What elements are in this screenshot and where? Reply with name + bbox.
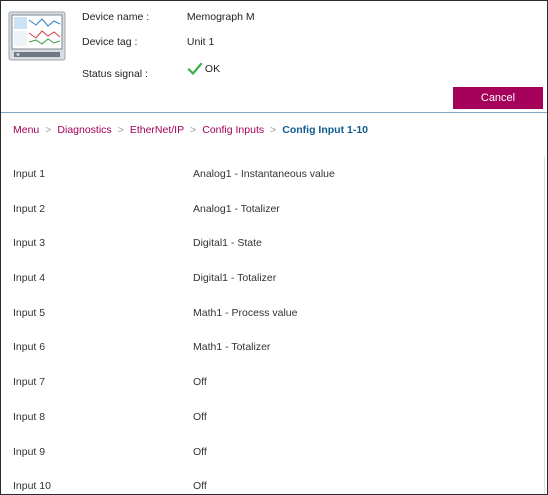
table-row-input-8[interactable]: Input 8 Off (1, 398, 547, 434)
input-value[interactable]: Analog1 - Instantaneous value (193, 168, 335, 180)
input-label: Input 6 (13, 341, 46, 354)
device-page: Device name : Memograph M Device tag : U… (0, 0, 548, 495)
breadcrumb: Menu > Diagnostics > EtherNet/IP > Config Inpu… (13, 123, 368, 137)
input-label: Input 7 (13, 376, 46, 389)
device-tag-value: Unit 1 (186, 36, 215, 48)
input-label: Input 10 (13, 480, 51, 493)
input-value[interactable]: Digital1 - Totalizer (193, 272, 276, 284)
input-value[interactable]: Off (193, 411, 207, 423)
device-name-row: Device name : Memograph M (82, 10, 255, 24)
device-image (8, 11, 66, 61)
input-label: Input 2 (13, 202, 46, 215)
input-value[interactable]: Off (193, 376, 207, 388)
table-row-input-3[interactable]: Input 3 Digital1 - State (1, 225, 547, 261)
breadcrumb-separator: > (45, 124, 52, 136)
input-label: Input 3 (13, 237, 46, 250)
input-label: Input 9 (13, 445, 46, 458)
check-icon (187, 62, 203, 76)
status-signal-label: Status signal : (82, 68, 148, 80)
input-value[interactable]: Off (193, 480, 207, 492)
toolbar: Cancel (1, 85, 547, 113)
breadcrumb-separator: > (190, 124, 197, 136)
breadcrumb-diagnostics[interactable]: Diagnostics (57, 124, 111, 136)
table-row-input-6[interactable]: Input 6 Math1 - Totalizer (1, 329, 547, 365)
input-value[interactable]: Off (193, 446, 207, 458)
cancel-button[interactable]: Cancel (453, 87, 543, 109)
input-label: Input 4 (13, 272, 46, 285)
table-row-input-2[interactable]: Input 2 Analog1 - Totalizer (1, 190, 547, 226)
breadcrumb-current: Config Input 1-10 (282, 124, 369, 136)
input-label: Input 5 (13, 306, 46, 319)
device-name-label: Device name : (82, 11, 150, 23)
breadcrumb-separator: > (270, 124, 277, 136)
status-indicator: OK (187, 61, 220, 77)
input-value[interactable]: Math1 - Totalizer (193, 341, 270, 353)
table-row-input-10[interactable]: Input 10 Off (1, 468, 547, 494)
table-border (544, 156, 545, 494)
table-row-input-9[interactable]: Input 9 Off (1, 433, 547, 469)
inputs-table: Input 1 Analog1 - Instantaneous value In… (1, 156, 547, 494)
input-value[interactable]: Math1 - Process value (193, 307, 297, 319)
device-tag-label: Device tag : (82, 36, 138, 48)
device-tag-row: Device tag : Unit 1 (82, 35, 214, 49)
input-label: Input 8 (13, 410, 46, 423)
input-label: Input 1 (13, 168, 46, 180)
breadcrumb-separator: > (117, 124, 124, 136)
table-row-input-1[interactable]: Input 1 Analog1 - Instantaneous value (1, 156, 547, 191)
status-value: OK (204, 63, 221, 75)
input-value[interactable]: Digital1 - State (193, 237, 262, 249)
table-row-input-5[interactable]: Input 5 Math1 - Process value (1, 294, 547, 330)
breadcrumb-config-inputs[interactable]: Config Inputs (202, 124, 264, 136)
table-row-input-4[interactable]: Input 4 Digital1 - Totalizer (1, 260, 547, 295)
device-header: Device name : Memograph M Device tag : U… (1, 1, 547, 85)
input-value[interactable]: Analog1 - Totalizer (193, 203, 280, 215)
status-signal-row: Status signal : OK (82, 61, 220, 80)
table-row-input-7[interactable]: Input 7 Off (1, 364, 547, 399)
breadcrumb-ethernet-ip[interactable]: EtherNet/IP (130, 124, 184, 136)
device-name-value: Memograph M (186, 11, 255, 23)
breadcrumb-menu[interactable]: Menu (13, 124, 39, 136)
